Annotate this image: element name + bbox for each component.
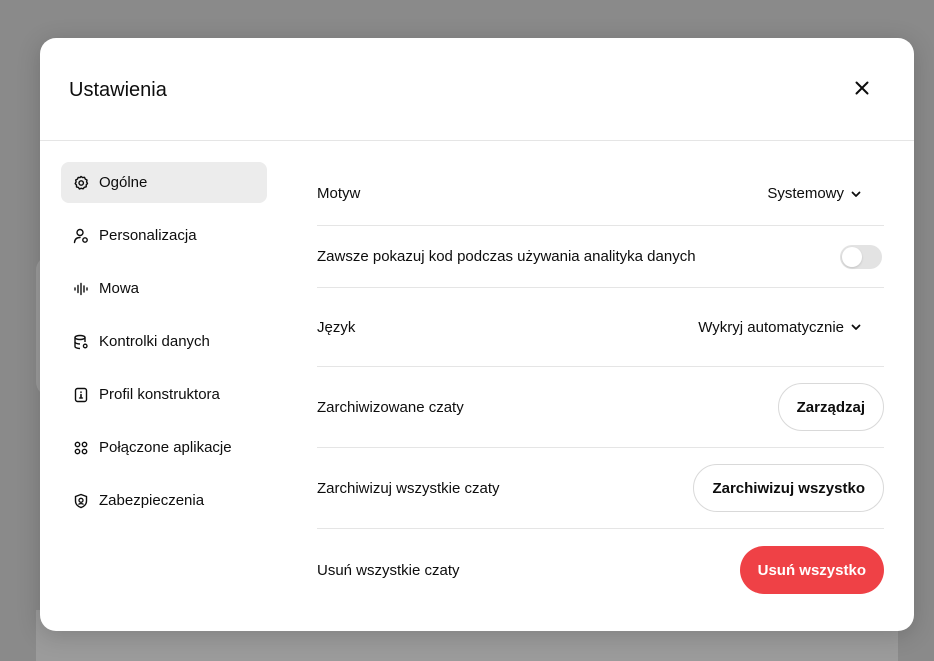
sidebar-item-label: Profil konstruktora: [99, 386, 220, 403]
manage-archived-button[interactable]: Zarządzaj: [777, 383, 884, 431]
theme-row: Motyw Systemowy: [317, 162, 884, 226]
archived-chats-label: Zarchiwizowane czaty: [317, 398, 464, 416]
chevron-down-icon: [850, 321, 862, 333]
apps-grid-icon: [72, 439, 90, 457]
always-show-code-toggle[interactable]: [840, 244, 882, 269]
language-dropdown[interactable]: Wykryj automatycznie: [698, 319, 884, 336]
close-icon: [855, 81, 869, 100]
settings-dialog: Ustawienia Ogólne Personalizacja Mowa Ko…: [40, 38, 914, 631]
id-card-icon: [72, 386, 90, 404]
sidebar-item-label: Ogólne: [99, 174, 148, 191]
sidebar-item-connected-apps[interactable]: Połączone aplikacje: [61, 427, 267, 468]
waveform-icon: [72, 280, 90, 298]
settings-content: Motyw Systemowy Zawsze pokazuj kod podcz…: [317, 162, 884, 611]
delete-all-label: Usuń wszystkie czaty: [317, 561, 460, 579]
person-settings-icon: [72, 227, 90, 245]
archive-all-label: Zarchiwizuj wszystkie czaty: [317, 479, 500, 497]
language-value: Wykryj automatycznie: [698, 318, 844, 336]
archived-chats-row: Zarchiwizowane czaty Zarządzaj: [317, 367, 884, 448]
delete-all-row: Usuń wszystkie czaty Usuń wszystko: [317, 529, 884, 611]
always-show-code-row: Zawsze pokazuj kod podczas używania anal…: [317, 226, 884, 288]
language-row: Język Wykryj automatycznie: [317, 288, 884, 367]
delete-all-button[interactable]: Usuń wszystko: [739, 546, 884, 594]
sidebar-item-personalization[interactable]: Personalizacja: [61, 215, 267, 256]
sidebar-item-data-controls[interactable]: Kontrolki danych: [61, 321, 267, 362]
gear-icon: [72, 174, 90, 192]
archive-all-button[interactable]: Zarchiwizuj wszystko: [693, 464, 884, 512]
archive-all-row: Zarchiwizuj wszystkie czaty Zarchiwizuj …: [317, 448, 884, 529]
theme-label: Motyw: [317, 185, 361, 202]
sidebar-item-label: Mowa: [99, 280, 140, 297]
sidebar-item-security[interactable]: Zabezpieczenia: [61, 480, 267, 521]
sidebar-item-label: Personalizacja: [99, 227, 197, 244]
sidebar-item-label: Połączone aplikacje: [99, 439, 232, 456]
sidebar-item-label: Kontrolki danych: [99, 333, 210, 350]
language-label: Język: [317, 318, 356, 336]
database-icon: [72, 333, 90, 351]
close-button[interactable]: [846, 74, 878, 106]
sidebar-item-speech[interactable]: Mowa: [61, 268, 267, 309]
shield-lock-icon: [72, 492, 90, 510]
always-show-code-label: Zawsze pokazuj kod podczas używania anal…: [317, 248, 696, 265]
theme-dropdown[interactable]: Systemowy: [767, 185, 884, 202]
dialog-header: Ustawienia: [40, 38, 914, 141]
toggle-knob: [842, 246, 862, 267]
dialog-title: Ustawienia: [69, 79, 167, 101]
sidebar-item-label: Zabezpieczenia: [99, 492, 205, 509]
sidebar-item-general[interactable]: Ogólne: [61, 162, 267, 203]
settings-sidebar: Ogólne Personalizacja Mowa Kontrolki dan…: [61, 162, 267, 533]
chevron-down-icon: [850, 188, 862, 200]
theme-value: Systemowy: [767, 185, 844, 202]
sidebar-item-builder-profile[interactable]: Profil konstruktora: [61, 374, 267, 415]
